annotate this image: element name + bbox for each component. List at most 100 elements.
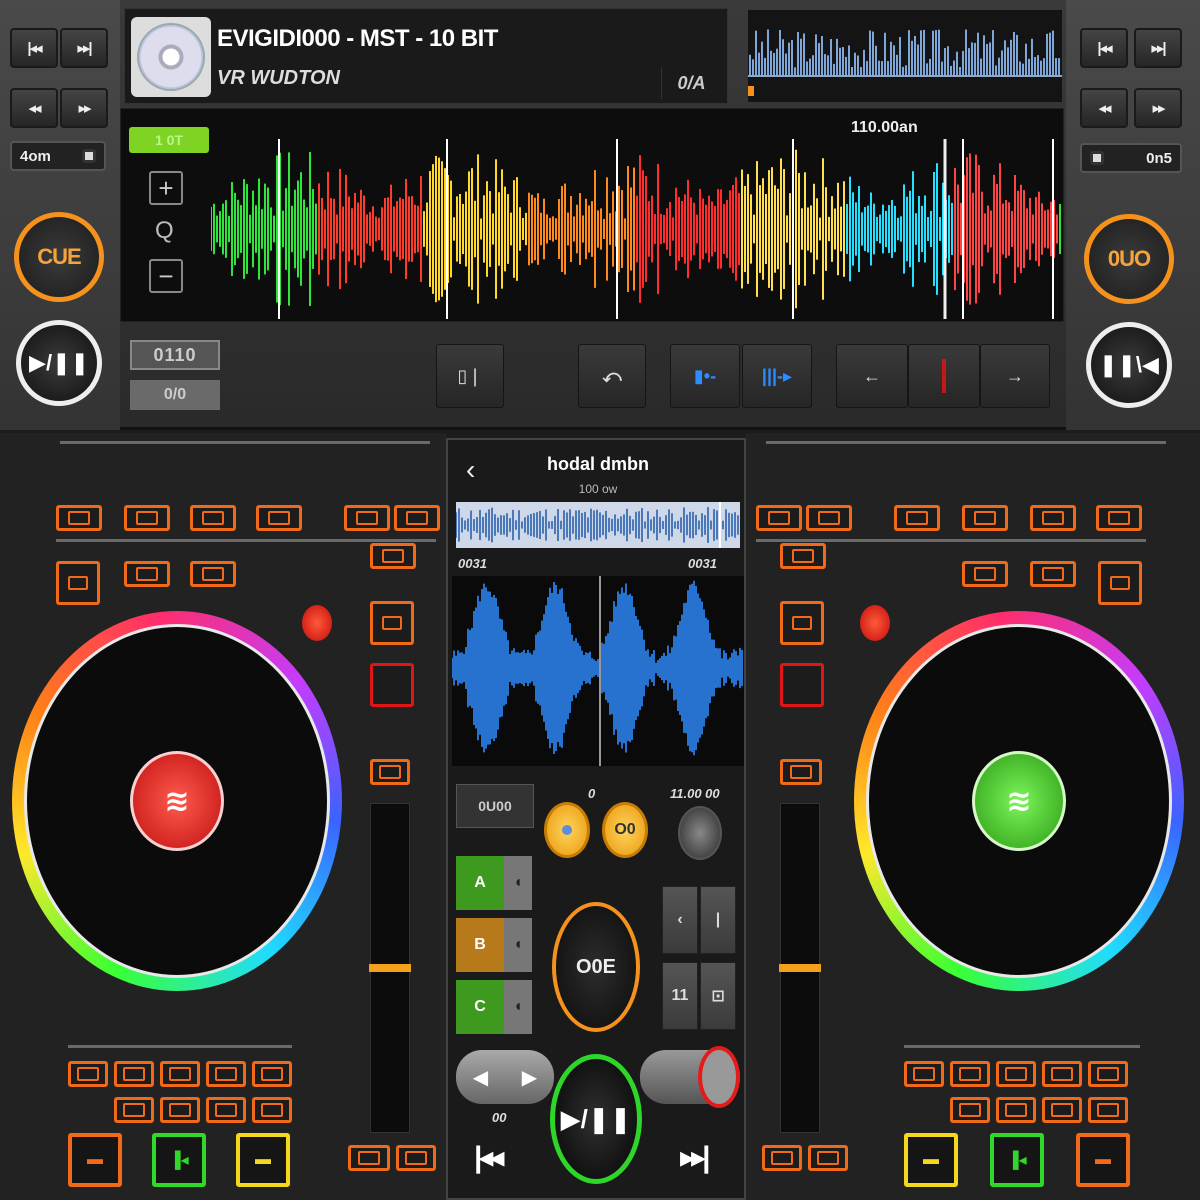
beat-jump-forward-button[interactable]: |||-▸ — [742, 344, 812, 408]
left-pad-7[interactable] — [56, 561, 100, 605]
left-pad-10[interactable] — [370, 543, 416, 569]
left-pad-8[interactable] — [124, 561, 170, 587]
loop-button[interactable]: ▯❘ — [436, 344, 504, 408]
mixer-pad-2[interactable]: | — [700, 886, 736, 954]
mixer-pad-4[interactable]: ⊡ — [700, 962, 736, 1030]
right-perf-pad-4[interactable] — [1042, 1061, 1082, 1087]
left-pad-3[interactable] — [190, 505, 236, 531]
right-perf-pad-8[interactable] — [1042, 1097, 1082, 1123]
right-pad-10[interactable] — [1098, 561, 1142, 605]
overview-waveform[interactable] — [748, 10, 1062, 102]
right-perf-pad-6[interactable] — [950, 1097, 990, 1123]
right-pad-3[interactable] — [894, 505, 940, 531]
left-perf-pad-5[interactable] — [252, 1061, 292, 1087]
left-pad-2[interactable] — [124, 505, 170, 531]
right-pad-11[interactable] — [780, 601, 824, 645]
left-perf-pad-3[interactable] — [160, 1061, 200, 1087]
left-perf-pad-9[interactable] — [252, 1097, 292, 1123]
left-pad-9[interactable] — [190, 561, 236, 587]
nudge-right-button[interactable]: → — [980, 344, 1050, 408]
left-pad-1[interactable] — [56, 505, 102, 531]
right-rewind-button[interactable]: ◂◂ — [1080, 88, 1128, 128]
right-pad-12[interactable] — [780, 759, 822, 785]
hotcue-button-b[interactable]: B ◖ — [456, 918, 532, 972]
nudge-left-button[interactable]: ← — [836, 344, 908, 408]
left-play-pause-button[interactable]: ▶/❚❚ — [16, 320, 102, 406]
right-prev-track-button[interactable]: |◂◂ — [1080, 28, 1128, 68]
right-cue-button[interactable]: 0UO — [1084, 214, 1174, 304]
left-pad-red[interactable] — [370, 663, 414, 707]
next-track-icon[interactable]: ▸▸| — [680, 1140, 710, 1175]
right-red-knob[interactable] — [860, 605, 890, 641]
right-pad-14[interactable] — [808, 1145, 848, 1171]
mixer-overview-waveform[interactable] — [456, 502, 740, 548]
search-icon[interactable]: Q — [155, 217, 174, 245]
main-waveform-panel[interactable]: 1 0T + Q − 110.00an — [120, 108, 1064, 322]
left-pad-5[interactable] — [344, 505, 390, 531]
right-sample-pad-3[interactable]: ▬ — [1076, 1133, 1130, 1187]
right-pad-5[interactable] — [1030, 505, 1076, 531]
hotcue-clear-icon[interactable]: ◖ — [504, 980, 532, 1034]
right-pad-13[interactable] — [762, 1145, 802, 1171]
right-pad-9[interactable] — [1030, 561, 1076, 587]
left-perf-pad-2[interactable] — [114, 1061, 154, 1087]
album-art[interactable] — [131, 17, 211, 97]
left-pad-13[interactable] — [348, 1145, 390, 1171]
left-next-track-button[interactable]: ▸▸| — [60, 28, 108, 68]
right-perf-pad-3[interactable] — [996, 1061, 1036, 1087]
left-pitch-fader[interactable] — [369, 803, 411, 1133]
right-pad-2[interactable] — [806, 505, 852, 531]
left-perf-pad-4[interactable] — [206, 1061, 246, 1087]
mixer-cue-button[interactable]: O0E — [552, 902, 640, 1032]
right-pitch-toggle[interactable]: 0n5 — [1080, 143, 1182, 173]
right-jog-wheel[interactable]: ≋ — [854, 611, 1184, 991]
hotcue-clear-icon[interactable]: ◖ — [504, 918, 532, 972]
right-sample-pad-1[interactable]: ▬ — [904, 1133, 958, 1187]
mode-chip-top[interactable]: 0110 — [130, 340, 220, 370]
mixer-main-waveform[interactable] — [452, 576, 744, 766]
right-pitch-fader[interactable] — [779, 803, 821, 1133]
mixer-crossfader[interactable] — [640, 1046, 740, 1108]
mode-chip-bottom[interactable]: 0/0 — [130, 380, 220, 410]
mixer-knob-a[interactable] — [544, 802, 590, 858]
bpm-indicator[interactable]: 1 0T — [129, 127, 209, 153]
right-pad-7[interactable] — [780, 543, 826, 569]
left-red-knob[interactable] — [302, 605, 332, 641]
right-perf-pad-7[interactable] — [996, 1097, 1036, 1123]
left-forward-button[interactable]: ▸▸ — [60, 88, 108, 128]
left-pad-11[interactable] — [370, 601, 414, 645]
zoom-out-button[interactable]: − — [149, 259, 183, 293]
mixer-play-pause-button[interactable]: ▶/❚❚ — [550, 1054, 642, 1184]
right-perf-pad-5[interactable] — [1088, 1061, 1128, 1087]
left-perf-pad-6[interactable] — [114, 1097, 154, 1123]
hotcue-button-c[interactable]: C ◖ — [456, 980, 532, 1034]
right-perf-pad-9[interactable] — [1088, 1097, 1128, 1123]
left-sample-pad-1[interactable]: ▬ — [68, 1133, 122, 1187]
nudge-center-button[interactable] — [908, 344, 980, 408]
mixer-nudge-control[interactable]: ◀ ▶ — [456, 1050, 554, 1104]
track-key[interactable]: 0/A — [661, 67, 721, 99]
left-pitch-fader-cap[interactable] — [369, 964, 411, 972]
mixer-mode-button[interactable]: 0U00 — [456, 784, 534, 828]
left-pad-14[interactable] — [396, 1145, 436, 1171]
right-forward-button[interactable]: ▸▸ — [1134, 88, 1182, 128]
left-pad-4[interactable] — [256, 505, 302, 531]
right-pitch-fader-cap[interactable] — [779, 964, 821, 972]
left-perf-pad-7[interactable] — [160, 1097, 200, 1123]
left-perf-pad-1[interactable] — [68, 1061, 108, 1087]
left-pad-12[interactable] — [370, 759, 410, 785]
left-sample-pad-2[interactable]: ▐◂ — [152, 1133, 206, 1187]
hotcue-clear-icon[interactable]: ◖ — [504, 856, 532, 910]
prev-track-icon[interactable]: |◂◂ — [474, 1140, 504, 1175]
left-pad-6[interactable] — [394, 505, 440, 531]
right-perf-pad-2[interactable] — [950, 1061, 990, 1087]
left-perf-pad-8[interactable] — [206, 1097, 246, 1123]
left-jog-wheel[interactable]: ≋ — [12, 611, 342, 991]
mixer-pad-1[interactable]: ‹ — [662, 886, 698, 954]
curve-button[interactable]: ⤺ — [578, 344, 646, 408]
right-play-pause-button[interactable]: ❚❚\◀ — [1086, 322, 1172, 408]
left-rewind-button[interactable]: ◂◂ — [10, 88, 58, 128]
left-sample-pad-3[interactable]: ▬ — [236, 1133, 290, 1187]
left-cue-button[interactable]: CUE — [14, 212, 104, 302]
zoom-in-button[interactable]: + — [149, 171, 183, 205]
